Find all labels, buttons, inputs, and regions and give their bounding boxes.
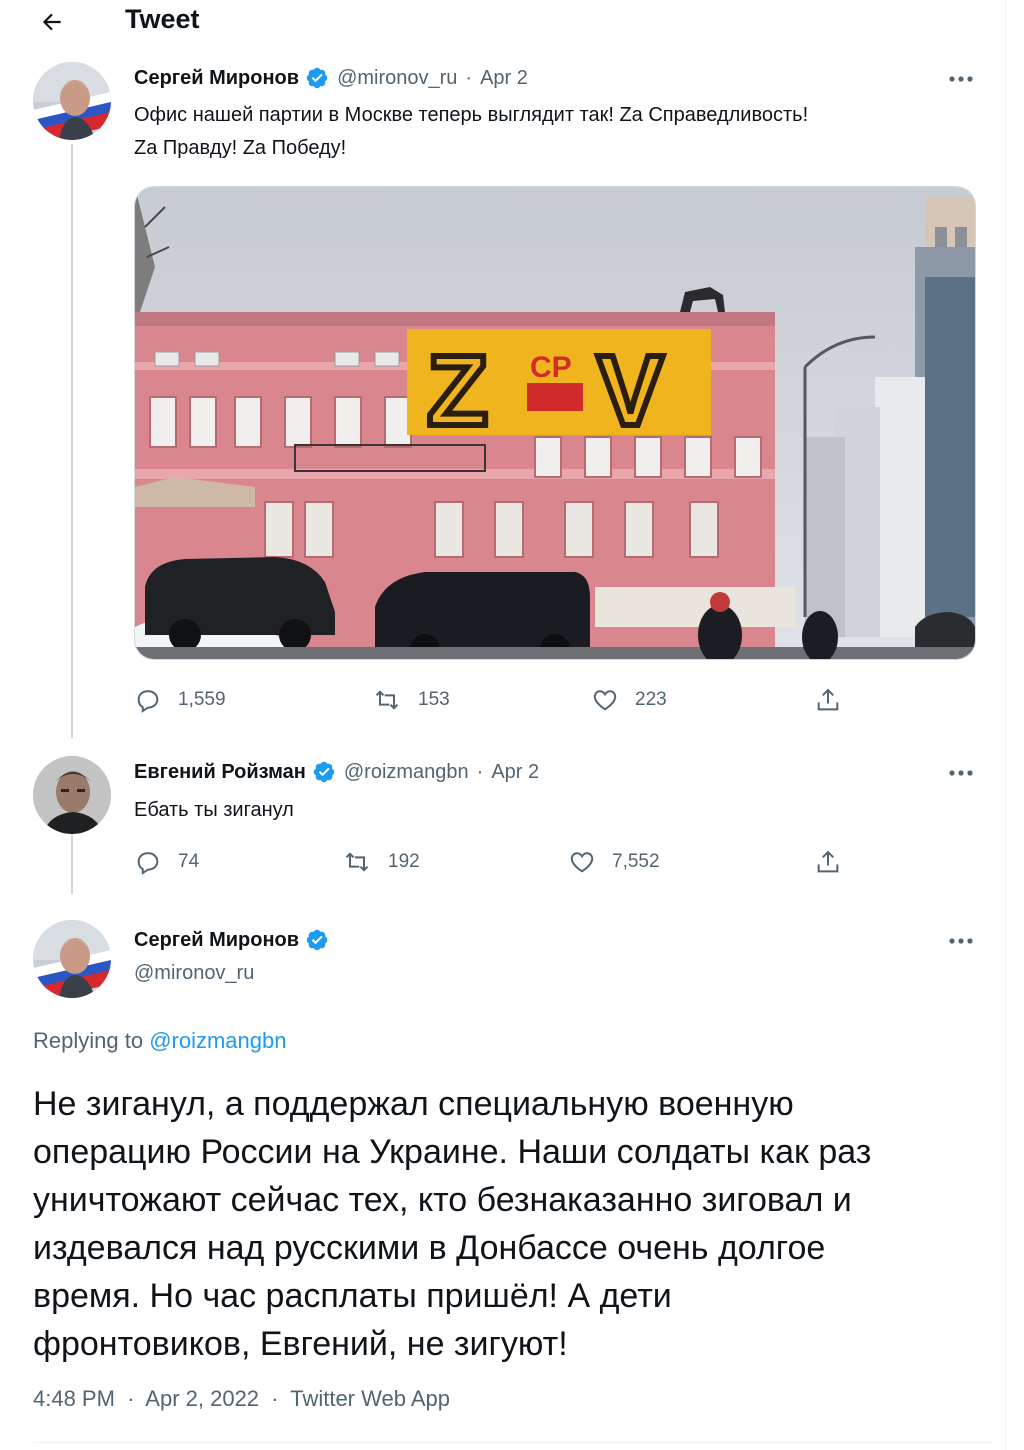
main-tweet-text: Не зиганул, а поддержал специальную воен… xyxy=(33,1085,872,1363)
tweet-page: Tweet Сергей Миронов @mironov_ru · Apr 2… xyxy=(0,0,1006,1450)
banner-logo: СР xyxy=(530,351,572,384)
author-handle[interactable]: @roizmangbn xyxy=(344,761,469,784)
heart-icon xyxy=(593,690,617,711)
tweet1-header: Сергей Миронов @mironov_ru · Apr 2 xyxy=(134,66,528,90)
banner-v-letter: V xyxy=(597,335,664,447)
more-dots-icon xyxy=(949,76,973,82)
back-button[interactable] xyxy=(34,4,70,40)
verified-badge-icon xyxy=(312,760,336,784)
page-header: Tweet xyxy=(0,0,1006,44)
main-tweet-header: Сергей Миронов xyxy=(134,928,329,952)
reply-button[interactable]: 74 xyxy=(134,848,199,876)
tweet-metadata: 4:48 PM · Apr 2, 2022 · Twitter Web App xyxy=(33,1386,450,1411)
share-icon xyxy=(817,688,839,711)
reply-button[interactable]: 1,559 xyxy=(134,686,226,714)
more-dots-icon xyxy=(949,770,973,776)
page-title: Tweet xyxy=(125,4,200,34)
replying-to-handle-link[interactable]: @roizmangbn xyxy=(149,1028,286,1053)
tweet1-text: Офис нашей партии в Москве теперь выгляд… xyxy=(134,104,809,159)
more-dots-icon xyxy=(949,938,973,944)
share-icon xyxy=(817,850,839,873)
tweet-date[interactable]: Apr 2 xyxy=(480,67,528,90)
like-button[interactable]: 223 xyxy=(591,686,667,714)
banner-z-letter: Z xyxy=(427,335,488,447)
tweet2-header: Евгений Ройзман @roizmangbn · Apr 2 xyxy=(134,760,540,784)
retweet-icon xyxy=(345,852,369,872)
tweet2-text: Ебать ты зиганул xyxy=(134,799,294,821)
author-handle[interactable]: @mironov_ru xyxy=(134,962,254,985)
divider xyxy=(33,1442,993,1443)
tweet-time[interactable]: 4:48 PM xyxy=(33,1386,115,1411)
reply-icon xyxy=(137,690,159,713)
tweet-photo[interactable]: Z V СР xyxy=(134,186,976,660)
retweet-button[interactable]: 153 xyxy=(372,686,450,714)
author-name[interactable]: Евгений Ройзман xyxy=(134,761,306,784)
retweet-button[interactable]: 192 xyxy=(342,848,420,876)
share-button[interactable] xyxy=(814,848,842,876)
tweet2-actions: 74 192 7,552 xyxy=(134,848,854,878)
verified-badge-icon xyxy=(305,66,329,90)
tweet1-actions: 1,559 153 223 xyxy=(134,686,854,716)
avatar-mironov[interactable] xyxy=(33,920,111,998)
retweet-icon xyxy=(375,690,399,710)
tweet-date[interactable]: Apr 2 xyxy=(491,761,539,784)
author-handle[interactable]: @mironov_ru xyxy=(337,67,457,90)
tweet-full-date[interactable]: Apr 2, 2022 xyxy=(145,1386,259,1411)
verified-badge-icon xyxy=(305,928,329,952)
like-button[interactable]: 7,552 xyxy=(568,848,660,876)
tweet-source[interactable]: Twitter Web App xyxy=(290,1386,450,1411)
more-options-button[interactable] xyxy=(944,929,978,953)
arrow-left-icon xyxy=(42,13,61,31)
avatar-roizman[interactable] xyxy=(33,756,111,834)
more-options-button[interactable] xyxy=(944,761,978,785)
reply-icon xyxy=(137,852,159,875)
heart-icon xyxy=(570,852,594,873)
avatar-mironov[interactable] xyxy=(33,62,111,140)
author-name[interactable]: Сергей Миронов xyxy=(134,929,299,952)
author-name[interactable]: Сергей Миронов xyxy=(134,67,299,90)
replying-to: Replying to @roizmangbn xyxy=(33,1028,287,1053)
thread-connector xyxy=(71,144,73,738)
thread-connector xyxy=(71,834,73,894)
more-options-button[interactable] xyxy=(944,67,978,91)
main-tweet-handle-row: @mironov_ru xyxy=(134,962,254,985)
share-button[interactable] xyxy=(814,686,842,714)
